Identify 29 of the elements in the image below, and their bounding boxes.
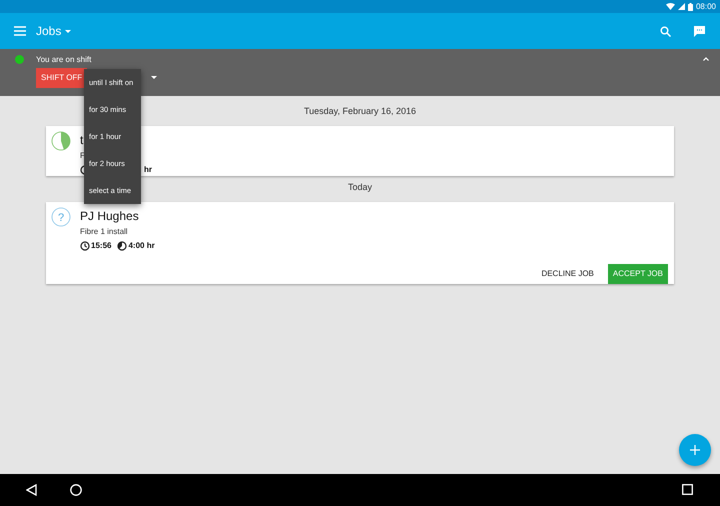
progress-pie-icon [51,131,71,151]
decline-button[interactable]: DECLINE JOB [536,264,599,284]
plus-icon [690,445,700,455]
search-icon[interactable] [660,26,671,36]
duration-icon [117,241,128,251]
job-subtitle: Fibre 1 install [80,226,128,238]
collapse-icon[interactable] [703,57,709,61]
recents-icon[interactable] [682,484,693,495]
job-title: t [80,132,84,148]
chat-icon[interactable] [693,24,706,38]
menu-icon[interactable] [14,26,26,36]
job-card[interactable]: ? PJ Hughes Fibre 1 install 15:56 4:00 hr DECLINE JOB ACCEPT JOB [46,202,674,284]
clock-time: 08:00 [696,2,716,10]
job-time: 15:56 [91,240,112,252]
job-title: PJ Hughes [80,208,139,224]
job-duration: 4:00 hr [128,240,155,252]
date-header: Today [348,182,372,193]
shift-off-button[interactable]: SHIFT OFF [36,68,88,88]
dropdown-caret-icon[interactable] [151,76,157,79]
battery-icon [688,2,693,10]
back-icon[interactable] [26,484,37,496]
home-icon[interactable] [70,484,82,496]
caret-icon [65,30,72,32]
date-header: Tuesday, February 16, 2016 [304,106,416,117]
wifi-icon [666,3,675,10]
question-icon: ? [51,207,71,227]
shift-status: You are on shift [36,54,92,66]
job-duration: hr [144,164,152,176]
signal-icon [678,3,685,10]
